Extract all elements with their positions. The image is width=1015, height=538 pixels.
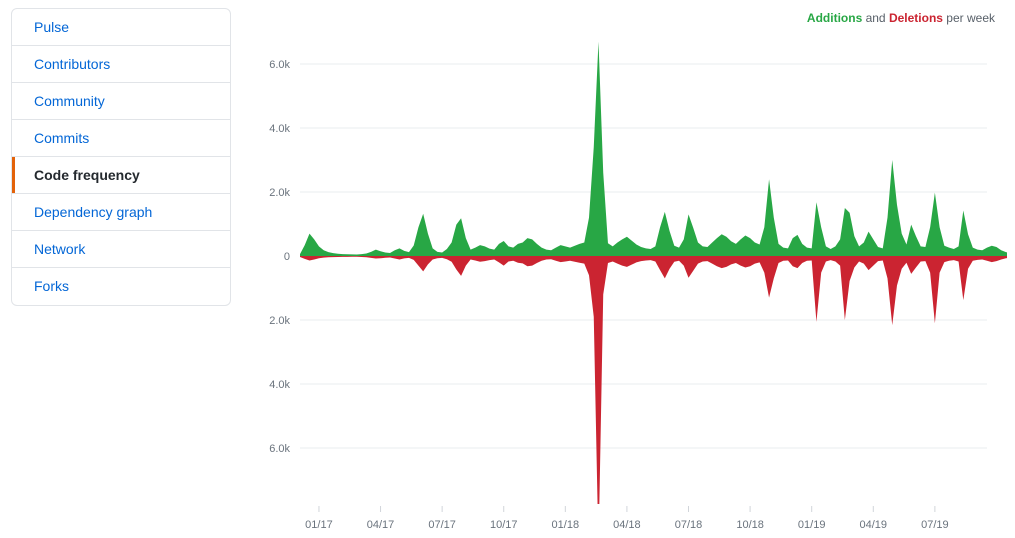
chart-legend: Additions and Deletions per week — [807, 11, 995, 25]
y-axis-tick-label: 6.0k — [269, 443, 290, 455]
sidebar-item-label: Community — [34, 93, 105, 109]
y-axis-tick-label: 0 — [284, 251, 290, 263]
sidebar-item-commits[interactable]: Commits — [12, 120, 230, 157]
insights-sidebar: Pulse Contributors Community Commits Code fr… — [11, 8, 231, 306]
x-axis-tick-label: 01/18 — [552, 519, 580, 530]
legend-deletions-label: Deletions — [888, 11, 943, 25]
x-axis-tick-label: 04/19 — [860, 519, 888, 530]
legend-additions-label: Additions — [806, 11, 863, 25]
x-axis-tick-label: 07/18 — [675, 519, 703, 530]
sidebar-item-network[interactable]: Network — [12, 231, 230, 268]
x-axis-tick-label: 10/17 — [490, 519, 518, 530]
sidebar-item-label: Pulse — [34, 19, 70, 35]
x-axis-tick-label: 01/19 — [798, 519, 826, 530]
y-axis-tick-label: 2.0k — [269, 315, 290, 327]
sidebar-item-code-frequency: Code frequency — [12, 157, 230, 194]
y-axis-tick-label: 2.0k — [269, 187, 290, 199]
sidebar-item-forks[interactable]: Forks — [12, 268, 230, 305]
code-frequency-page: Pulse Contributors Community Commits Code fr… — [0, 0, 1015, 538]
y-axis-tick-label: 4.0k — [269, 379, 290, 391]
x-axis-tick-label: 10/18 — [736, 519, 764, 530]
sidebar-item-dependency-graph[interactable]: Dependency graph — [12, 194, 230, 231]
legend-suffix: per week — [942, 11, 995, 25]
series-area-additions — [300, 41, 1007, 256]
y-axis-tick-label: 6.0k — [269, 59, 290, 71]
x-axis-tick-label: 01/17 — [305, 519, 333, 530]
sidebar-item-pulse[interactable]: Pulse — [12, 9, 230, 46]
sidebar-item-contributors[interactable]: Contributors — [12, 46, 230, 83]
series-area-deletions — [300, 256, 1007, 504]
sidebar-item-label: Network — [34, 241, 86, 257]
x-axis-tick-label: 04/17 — [367, 519, 395, 530]
code-frequency-svg[interactable]: 6.0k 4.0k 2.0k 0 2.0k 4.0k 6.0k 01/17 04/17 07/17… — [252, 30, 1007, 530]
sidebar-item-community[interactable]: Community — [12, 83, 230, 120]
sidebar-item-label: Code frequency — [34, 167, 140, 183]
legend-conjunction: and — [862, 11, 889, 25]
code-frequency-chart[interactable]: 6.0k 4.0k 2.0k 0 2.0k 4.0k 6.0k 01/17 04/17 07/17… — [252, 30, 1007, 530]
x-axis-tick-label: 04/18 — [613, 519, 641, 530]
sidebar-item-label: Forks — [34, 278, 69, 294]
x-axis-tick-label: 07/17 — [428, 519, 456, 530]
sidebar-item-label: Contributors — [34, 56, 111, 72]
sidebar-item-label: Commits — [34, 130, 90, 146]
sidebar-item-label: Dependency graph — [34, 204, 153, 220]
x-axis-tick-label: 07/19 — [921, 519, 949, 530]
y-axis-tick-label: 4.0k — [269, 123, 290, 135]
